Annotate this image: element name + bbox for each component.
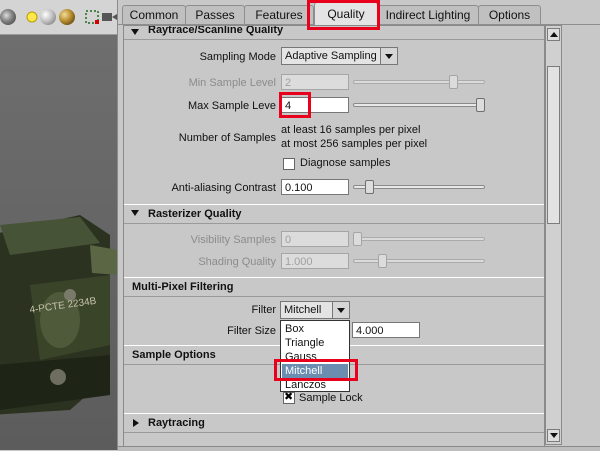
section-title: Multi-Pixel Filtering [132, 281, 234, 293]
shaded-sphere-icon[interactable] [59, 9, 75, 25]
settings-content: Raytrace/Scanline Quality Sampling Mode … [123, 25, 545, 447]
max-sample-level-label: Max Sample Leve [187, 100, 276, 112]
chevron-down-icon[interactable] [380, 48, 397, 64]
section-header-raytrace-scanline[interactable]: Raytrace/Scanline Quality [124, 25, 544, 40]
filter-value: Mitchell [284, 304, 322, 316]
collapse-triangle-icon [131, 210, 139, 216]
tank-model: 4-PCTE 2234B [0, 215, 117, 415]
diagnose-samples-checkbox[interactable] [283, 158, 295, 170]
sampling-mode-value: Adaptive Sampling [285, 50, 377, 62]
texture-icon[interactable] [40, 9, 56, 25]
collapse-triangle-icon [131, 29, 139, 35]
section-header-raytracing[interactable]: Raytracing [124, 413, 544, 433]
max-sample-level-slider[interactable] [353, 103, 485, 107]
filter-option-mitchell[interactable]: Mitchell [282, 364, 348, 378]
min-sample-level-slider[interactable] [353, 80, 485, 84]
filter-label: Filter [251, 304, 276, 316]
wireframe-shaded-icon[interactable] [0, 9, 16, 25]
tab-common[interactable]: Common [122, 5, 186, 24]
visibility-samples-field[interactable]: 0 [281, 231, 349, 247]
number-of-samples-label: Number of Samples [178, 132, 276, 144]
scroll-up-arrow-icon[interactable] [547, 28, 560, 41]
viewport-scene[interactable]: 4-PCTE 2234B [0, 35, 117, 450]
shading-quality-field[interactable]: 1.000 [281, 253, 349, 269]
filter-option-box[interactable]: Box [282, 322, 348, 336]
filter-options-list[interactable]: Box Triangle Gauss Mitchell Lanczos [280, 320, 350, 392]
tab-quality[interactable]: Quality [314, 2, 378, 25]
scrollbar-thumb[interactable] [547, 66, 560, 224]
number-of-samples-max-text: at most 256 samples per pixel [281, 138, 428, 150]
tab-indirect-lighting[interactable]: Indirect Lighting [377, 5, 479, 24]
light-icon[interactable] [24, 9, 40, 25]
tab-options[interactable]: Options [478, 5, 541, 24]
frame-icon[interactable] [84, 9, 100, 25]
expand-triangle-icon [133, 419, 139, 427]
max-sample-level-slider-handle[interactable] [476, 98, 485, 112]
filter-size-field[interactable]: 4.000 [352, 322, 420, 338]
section-header-multi-pixel-filtering[interactable]: Multi-Pixel Filtering [124, 277, 544, 297]
sampling-mode-dropdown[interactable]: Adaptive Sampling [281, 47, 398, 65]
tab-passes[interactable]: Passes [185, 5, 245, 24]
tab-bar: Common Passes Features Quality Indirect … [118, 0, 600, 25]
sample-lock-label: Sample Lock [299, 392, 363, 404]
anti-aliasing-contrast-field[interactable]: 0.100 [281, 179, 349, 195]
visibility-samples-slider-handle[interactable] [353, 232, 362, 246]
shading-quality-slider[interactable] [353, 259, 485, 263]
number-of-samples-min-text: at least 16 samples per pixel [281, 124, 421, 136]
max-sample-level-field[interactable]: 4 [281, 97, 349, 113]
section-header-rasterizer-quality[interactable]: Rasterizer Quality [124, 204, 544, 224]
tab-features[interactable]: Features [244, 5, 314, 24]
filter-option-gauss[interactable]: Gauss [282, 350, 348, 364]
render-settings-panel: Common Passes Features Quality Indirect … [117, 0, 600, 451]
shading-quality-slider-handle[interactable] [377, 254, 387, 268]
sampling-mode-label: Sampling Mode [199, 51, 276, 63]
visibility-samples-slider[interactable] [353, 237, 485, 241]
anti-aliasing-contrast-label: Anti-aliasing Contrast [171, 182, 276, 194]
visibility-samples-label: Visibility Samples [190, 234, 276, 246]
filter-dropdown[interactable]: Mitchell [280, 301, 350, 319]
shading-quality-label: Shading Quality [198, 256, 276, 268]
section-title: Raytracing [148, 417, 205, 429]
min-sample-level-field[interactable]: 2 [281, 74, 349, 90]
3d-viewport[interactable]: 4-PCTE 2234B [0, 0, 117, 450]
filter-option-lanczos[interactable]: Lanczos [282, 378, 348, 392]
camera-icon[interactable] [101, 9, 117, 25]
diagnose-samples-label: Diagnose samples [300, 157, 391, 169]
sample-lock-checkbox[interactable] [283, 390, 295, 404]
section-title: Sample Options [132, 349, 216, 361]
min-sample-level-slider-handle[interactable] [448, 75, 458, 89]
anti-aliasing-contrast-slider-handle[interactable] [365, 180, 375, 194]
vertical-scrollbar[interactable] [545, 25, 562, 445]
filter-size-label: Filter Size [227, 325, 276, 337]
viewport-toolbar [0, 0, 117, 35]
chevron-down-icon[interactable] [332, 302, 349, 318]
min-sample-level-label: Min Sample Level [188, 77, 276, 89]
filter-option-triangle[interactable]: Triangle [282, 336, 348, 350]
section-title: Rasterizer Quality [148, 208, 242, 220]
bottom-edge [118, 446, 600, 451]
scroll-down-arrow-icon[interactable] [547, 429, 560, 442]
section-title: Raytrace/Scanline Quality [148, 25, 284, 36]
